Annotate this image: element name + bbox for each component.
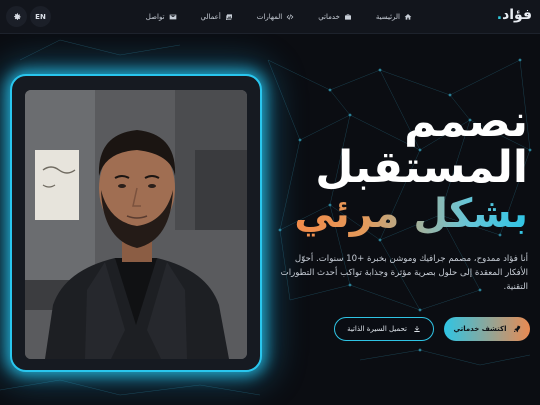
nav-item-label: الرئيسية — [375, 13, 400, 21]
nav-item-skills[interactable]: المهارات — [257, 13, 294, 21]
nav-item-label: المهارات — [256, 13, 283, 21]
logo-text: فؤاد — [502, 7, 532, 23]
rocket-icon — [513, 325, 520, 333]
images-icon — [225, 14, 232, 20]
portrait-image — [25, 90, 247, 359]
profile-photo-card — [10, 74, 262, 372]
nav-item-home[interactable]: الرئيسية — [376, 13, 412, 21]
nav-links: الرئيسية خدماتي المهارات أعمالي تواصل — [140, 0, 412, 34]
explore-services-label: اكتشف خدماتي — [453, 325, 507, 333]
language-toggle-button[interactable]: EN — [30, 6, 51, 27]
envelope-icon — [169, 14, 176, 20]
top-navbar: EN الرئيسية خدماتي المهارات أعمالي تواصل… — [0, 0, 540, 34]
hero-line-2: المستقبل — [315, 142, 529, 193]
nav-item-label: تواصل — [145, 13, 165, 21]
site-logo[interactable]: فؤاد. — [497, 7, 532, 23]
theme-toggle-button[interactable] — [6, 6, 27, 27]
download-icon — [414, 326, 420, 332]
profile-photo — [25, 90, 247, 359]
nav-item-portfolio[interactable]: أعمالي — [201, 13, 233, 21]
home-icon — [404, 14, 412, 20]
hero-highlight-text: بشكل مرئي — [294, 191, 528, 237]
code-icon — [286, 14, 294, 20]
nav-item-contact[interactable]: تواصل — [146, 13, 177, 21]
hero-line-3: بشكل مرئي — [288, 194, 528, 234]
download-cv-button[interactable]: تحميل السيرة الذاتية — [334, 317, 434, 341]
hero-description: أنا فؤاد ممدوح، مصمم جرافيك وموشن بخبرة … — [280, 254, 528, 292]
explore-services-button[interactable]: اكتشف خدماتي — [444, 317, 530, 341]
download-cv-label: تحميل السيرة الذاتية — [347, 325, 407, 333]
nav-item-label: خدماتي — [318, 13, 340, 21]
briefcase-icon — [344, 14, 351, 20]
hero-heading: نصمم المستقبل بشكل مرئي — [288, 96, 529, 235]
nav-item-label: أعمالي — [200, 13, 221, 21]
gear-icon — [13, 12, 21, 20]
nav-item-services[interactable]: خدماتي — [318, 13, 352, 21]
hero-line-1: نصمم — [404, 96, 529, 147]
